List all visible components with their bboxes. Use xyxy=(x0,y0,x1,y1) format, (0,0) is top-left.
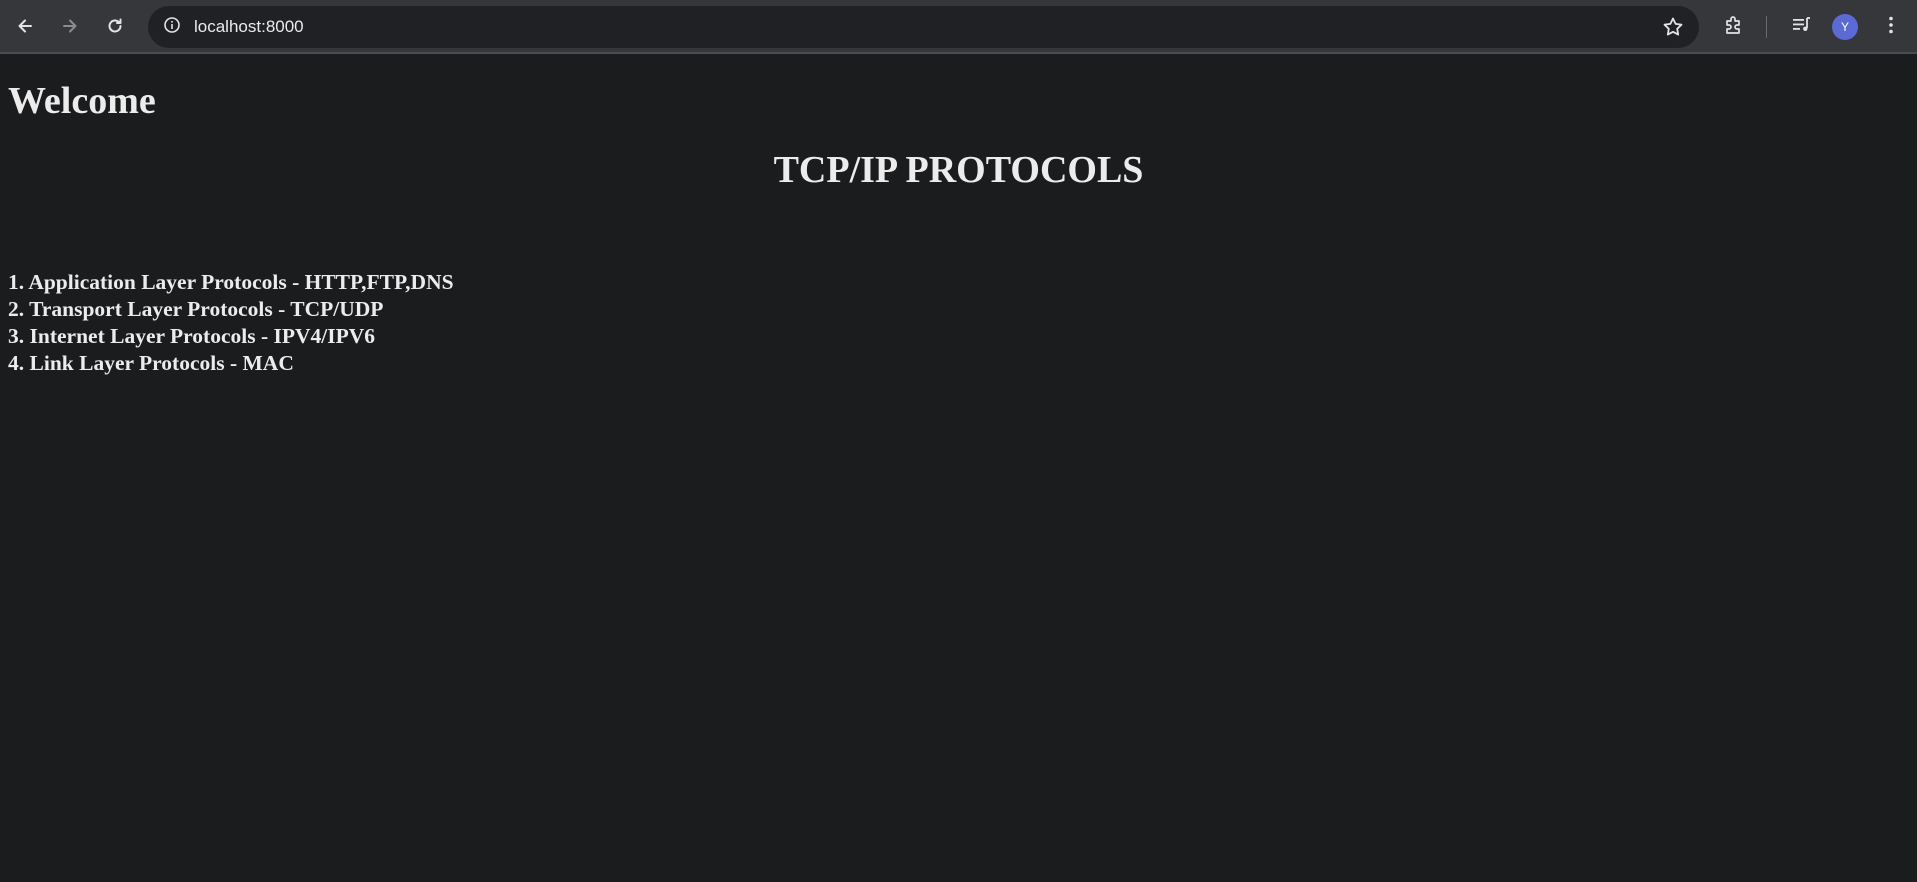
list-item: 4. Link Layer Protocols - MAC xyxy=(8,350,294,375)
welcome-heading: Welcome xyxy=(8,80,156,122)
url-text[interactable]: localhost:8000 xyxy=(194,6,304,48)
forward-button[interactable] xyxy=(55,11,85,41)
forward-arrow-icon xyxy=(60,16,80,36)
more-menu-icon xyxy=(1880,14,1902,41)
media-control-button[interactable] xyxy=(1786,12,1816,42)
protocol-list: 1. Application Layer Protocols - HTTP,FT… xyxy=(8,269,1909,377)
browser-toolbar: localhost:8000 Y xyxy=(0,0,1917,54)
bookmark-button[interactable] xyxy=(1661,15,1685,39)
page-content: Welcome TCP/IP PROTOCOLS 1. Application … xyxy=(0,54,1917,882)
page-title: TCP/IP PROTOCOLS xyxy=(773,148,1144,191)
site-info-icon xyxy=(163,16,181,39)
extensions-button[interactable] xyxy=(1719,12,1749,42)
profile-avatar[interactable]: Y xyxy=(1832,14,1858,40)
reload-button[interactable] xyxy=(100,11,130,41)
media-queue-icon xyxy=(1790,14,1812,41)
bookmark-star-icon xyxy=(1661,17,1685,43)
list-item: 1. Application Layer Protocols - HTTP,FT… xyxy=(8,269,454,294)
list-item: 3. Internet Layer Protocols - IPV4/IPV6 xyxy=(8,323,376,348)
toolbar-divider xyxy=(1766,16,1767,38)
browser-window: localhost:8000 Y Welcome TCP/IP PROTOCOL… xyxy=(0,0,1917,882)
extensions-icon xyxy=(1723,14,1745,41)
list-item: 2. Transport Layer Protocols - TCP/UDP xyxy=(8,296,384,321)
reload-icon xyxy=(105,16,125,36)
back-arrow-icon xyxy=(15,16,35,36)
site-info-button[interactable] xyxy=(158,13,186,41)
more-menu-button[interactable] xyxy=(1876,12,1906,42)
back-button[interactable] xyxy=(10,11,40,41)
address-bar[interactable]: localhost:8000 xyxy=(148,6,1699,48)
